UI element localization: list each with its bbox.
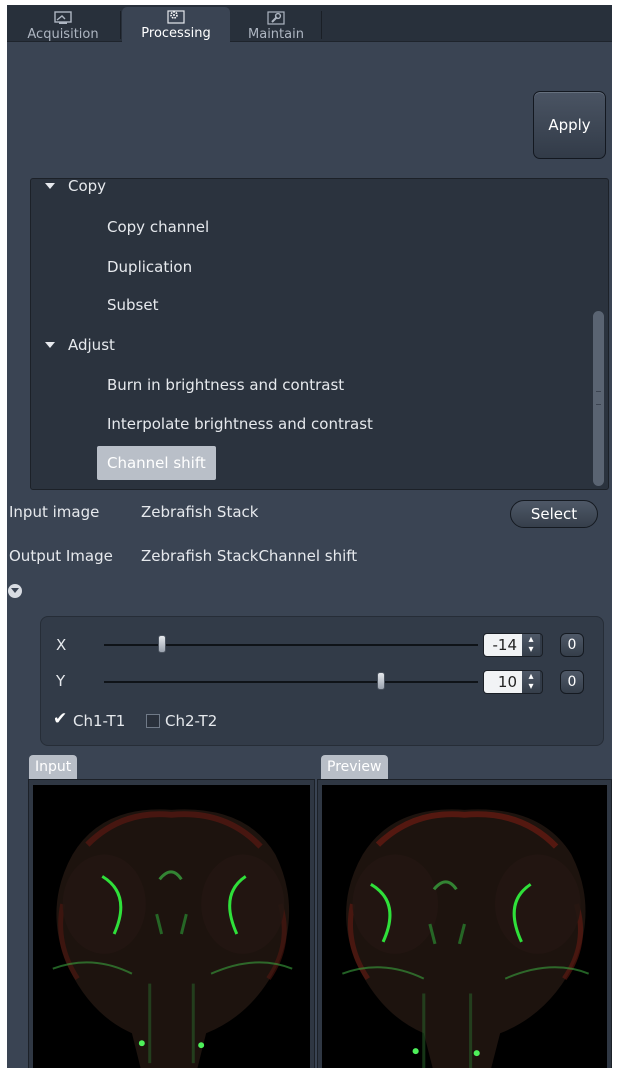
method-tree: Copy Copy channel Duplication Subset Adj…: [30, 178, 609, 490]
output-image-value: Zebrafish StackChannel shift: [141, 547, 358, 565]
x-shift-label: X: [56, 636, 67, 654]
y-shift-slider-thumb[interactable]: [377, 672, 385, 690]
tree-item-burn-in-brightness[interactable]: Burn in brightness and contrast: [107, 368, 344, 402]
tab-maintain-label: Maintain: [248, 27, 304, 42]
tree-item-subset[interactable]: Subset: [107, 288, 158, 322]
apply-button[interactable]: Apply: [533, 91, 606, 159]
processing-window: Acquisition Processing Maintain Apply Co…: [7, 5, 612, 1068]
preview-viewer-tab[interactable]: Preview: [321, 755, 388, 779]
tab-processing-label: Processing: [141, 26, 211, 41]
x-shift-stepper[interactable]: -14 ▴ ▾: [483, 633, 543, 657]
x-shift-value[interactable]: -14: [484, 634, 522, 656]
scrollbar-grip-icon: [596, 391, 601, 405]
channel-checkbox-ch1[interactable]: Ch1-T1: [53, 709, 125, 731]
tree-item-duplication[interactable]: Duplication: [107, 250, 192, 284]
input-image-value: Zebrafish Stack: [141, 503, 259, 521]
tab-divider: [321, 11, 322, 39]
checkbox-unchecked-icon: [146, 714, 160, 728]
tree-item-copy-channel[interactable]: Copy channel: [107, 210, 209, 244]
zebrafish-input-image: [33, 785, 310, 1068]
select-input-button[interactable]: Select: [510, 500, 598, 528]
input-image-canvas[interactable]: [33, 785, 310, 1068]
y-shift-stepper[interactable]: 10 ▴ ▾: [483, 670, 543, 694]
stepper-arrows-icon[interactable]: ▴ ▾: [522, 634, 540, 656]
expand-arrow-icon: [45, 182, 55, 189]
y-shift-track[interactable]: [104, 681, 478, 683]
tree-scrollbar[interactable]: [593, 311, 604, 486]
tab-maintain[interactable]: Maintain: [232, 8, 320, 42]
tree-category-copy[interactable]: Copy: [45, 179, 106, 203]
x-shift-slider-thumb[interactable]: [158, 635, 166, 653]
tree-category-adjust[interactable]: Adjust: [45, 328, 115, 362]
channel-checkbox-ch2[interactable]: Ch2-T2: [146, 711, 217, 731]
wrench-icon: [267, 11, 285, 25]
input-viewer: Input: [28, 755, 315, 1068]
zebrafish-preview-image: [322, 785, 607, 1068]
y-shift-label: Y: [56, 672, 66, 690]
x-shift-reset-button[interactable]: 0: [560, 633, 584, 657]
y-shift-reset-button[interactable]: 0: [560, 670, 584, 694]
preview-image-canvas[interactable]: [322, 785, 607, 1068]
output-image-label: Output Image: [9, 547, 113, 565]
stepper-arrows-icon[interactable]: ▴ ▾: [522, 671, 540, 693]
tree-item-interpolate-brightness[interactable]: Interpolate brightness and contrast: [107, 407, 373, 441]
microscope-icon: [54, 11, 72, 24]
tab-acquisition[interactable]: Acquisition: [7, 8, 119, 42]
tab-processing[interactable]: Processing: [122, 7, 230, 43]
tab-divider: [120, 11, 121, 39]
tree-item-channel-shift[interactable]: Channel shift: [97, 446, 216, 480]
gear-icon: [167, 10, 185, 24]
input-image-label: Input image: [9, 503, 100, 521]
tab-acquisition-label: Acquisition: [27, 27, 99, 42]
input-viewer-tab[interactable]: Input: [29, 755, 78, 779]
preview-viewer: Preview: [317, 755, 612, 1068]
y-shift-value[interactable]: 10: [484, 671, 522, 693]
main-tab-bar: Acquisition Processing Maintain: [7, 5, 612, 43]
collapse-settings-icon[interactable]: [8, 584, 22, 598]
checkbox-checked-icon: [53, 709, 68, 729]
expand-arrow-icon: [45, 341, 55, 348]
